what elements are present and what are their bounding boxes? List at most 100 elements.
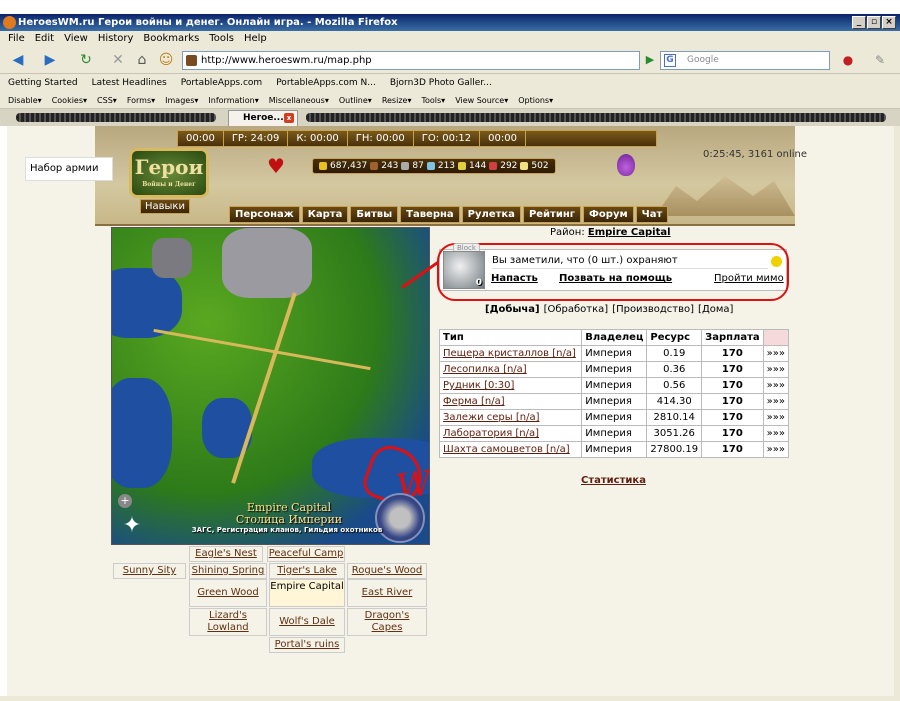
tab-close-icon[interactable]: x bbox=[284, 113, 294, 123]
bookmark-getting-started[interactable]: Getting Started bbox=[8, 74, 78, 92]
dev-css[interactable]: CSS▾ bbox=[97, 92, 117, 108]
menu-rating[interactable]: Рейтинг bbox=[522, 206, 581, 223]
timer-cell: К: 00:00 bbox=[288, 131, 348, 146]
table-row: Лаборатория [n/a] Империя 3051.26 170 »»… bbox=[438, 425, 790, 442]
menu-character[interactable]: Персонаж bbox=[229, 206, 300, 223]
facility-details-link[interactable]: »»» bbox=[762, 425, 790, 442]
dev-view-source[interactable]: View Source▾ bbox=[455, 92, 508, 108]
dev-cookies[interactable]: Cookies▾ bbox=[52, 92, 87, 108]
game-logo[interactable]: Герои Войны и Денег bbox=[129, 148, 209, 198]
menu-tavern[interactable]: Таверна bbox=[400, 206, 460, 223]
region-tigers-lake[interactable]: Tiger's Lake bbox=[269, 563, 345, 579]
menu-edit[interactable]: Edit bbox=[35, 31, 54, 47]
facility-details-link[interactable]: »»» bbox=[762, 409, 790, 426]
tab-processing[interactable]: [Обработка] bbox=[544, 304, 609, 315]
menu-battles[interactable]: Битвы bbox=[350, 206, 399, 223]
pan-arrows-icon[interactable]: ✦ bbox=[118, 512, 146, 540]
region-shining-spring[interactable]: Shining Spring bbox=[189, 563, 267, 579]
dev-tools[interactable]: Tools▾ bbox=[421, 92, 445, 108]
region-eagles-nest[interactable]: Eagle's Nest bbox=[189, 546, 263, 562]
bookmark-portableapps[interactable]: PortableApps.com bbox=[181, 74, 262, 92]
tab-heroes[interactable]: Heroe... x bbox=[228, 110, 298, 126]
tab-production[interactable]: [Производство] bbox=[612, 304, 694, 315]
attack-link[interactable]: Напасть bbox=[491, 273, 538, 284]
facility-details-link[interactable]: »»» bbox=[762, 393, 790, 410]
bookmark-bjorn3d[interactable]: Bjorn3D Photo Galler... bbox=[390, 74, 492, 92]
search-input[interactable]: G Google bbox=[660, 51, 830, 70]
facility-name[interactable]: Лесопилка [n/a] bbox=[438, 361, 583, 378]
facility-name[interactable]: Лаборатория [n/a] bbox=[438, 425, 583, 442]
dev-disable[interactable]: Disable▾ bbox=[8, 92, 42, 108]
stop-icon[interactable]: ✕ bbox=[108, 51, 128, 69]
dev-forms[interactable]: Forms▾ bbox=[127, 92, 155, 108]
facility-name[interactable]: Рудник [0:30] bbox=[438, 377, 583, 394]
region-sunny-sity[interactable]: Sunny Sity bbox=[113, 563, 186, 579]
lake bbox=[112, 378, 172, 488]
facility-resource: 414.30 bbox=[646, 393, 703, 410]
menu-roulette[interactable]: Рулетка bbox=[461, 206, 521, 223]
region-peaceful-camp[interactable]: Peaceful Camp bbox=[267, 546, 345, 562]
maximize-button[interactable]: ▫ bbox=[867, 16, 881, 29]
dev-miscellaneous[interactable]: Miscellaneous▾ bbox=[269, 92, 329, 108]
feed-icon[interactable]: ☺ bbox=[156, 51, 176, 69]
facility-name[interactable]: Шахта самоцветов [n/a] bbox=[438, 441, 583, 458]
minimize-button[interactable]: _ bbox=[852, 16, 866, 29]
facility-details-link[interactable]: »»» bbox=[762, 441, 790, 458]
back-icon[interactable]: ◀ bbox=[8, 51, 28, 69]
tab-mining[interactable]: [Добыча] bbox=[485, 304, 540, 315]
vertical-scrollbar[interactable] bbox=[894, 126, 900, 696]
menu-tools[interactable]: Tools bbox=[209, 31, 234, 47]
dev-outline[interactable]: Outline▾ bbox=[339, 92, 372, 108]
army-set-button[interactable]: Набор армии bbox=[25, 157, 113, 181]
region-dragons-capes[interactable]: Dragon's Capes bbox=[347, 608, 427, 636]
dev-resize[interactable]: Resize▾ bbox=[382, 92, 412, 108]
extension-icon[interactable]: ✎ bbox=[870, 51, 890, 69]
menu-bookmarks[interactable]: Bookmarks bbox=[143, 31, 199, 47]
compass-icon[interactable] bbox=[375, 493, 425, 543]
facility-details-link[interactable]: »»» bbox=[762, 377, 790, 394]
pass-by-link[interactable]: Пройти мимо bbox=[714, 273, 784, 284]
facility-details-link[interactable]: »»» bbox=[762, 345, 790, 362]
menu-view[interactable]: View bbox=[64, 31, 88, 47]
region-green-wood[interactable]: Green Wood bbox=[189, 579, 267, 607]
reload-icon[interactable]: ↻ bbox=[76, 51, 96, 69]
facility-name[interactable]: Пещера кристаллов [n/a] bbox=[438, 345, 583, 362]
close-button[interactable]: × bbox=[882, 16, 896, 29]
region-lizards-lowland[interactable]: Lizard's Lowland bbox=[189, 608, 267, 636]
dev-images[interactable]: Images▾ bbox=[165, 92, 198, 108]
region-portals-ruins[interactable]: Portal's ruins bbox=[269, 637, 345, 653]
table-row: Шахта самоцветов [n/a] Империя 27800.19 … bbox=[438, 441, 790, 458]
facility-name[interactable]: Залежи серы [n/a] bbox=[438, 409, 583, 426]
menu-file[interactable]: File bbox=[8, 31, 25, 47]
region-wolfs-dale[interactable]: Wolf's Dale bbox=[269, 608, 345, 636]
menu-map[interactable]: Карта bbox=[301, 206, 349, 223]
page-content: Набор армии 00:00 ГР: 24:09 К: 00:00 ГН:… bbox=[7, 126, 894, 696]
gems-icon bbox=[520, 162, 529, 170]
region-east-river[interactable]: East River bbox=[347, 579, 427, 607]
go-icon[interactable]: ▶ bbox=[640, 51, 660, 69]
tab-houses[interactable]: [Дома] bbox=[698, 304, 733, 315]
call-help-link[interactable]: Позвать на помощь bbox=[559, 273, 672, 284]
dev-options[interactable]: Options▾ bbox=[518, 92, 553, 108]
skills-button[interactable]: Навыки bbox=[140, 199, 190, 214]
menu-forum[interactable]: Форум bbox=[583, 206, 634, 223]
world-map[interactable]: WTF?! + ✦ Empire Capital Столица Империи… bbox=[111, 227, 430, 545]
bookmark-latest-headlines[interactable]: Latest Headlines bbox=[92, 74, 167, 92]
district-name[interactable]: Empire Capital bbox=[588, 227, 671, 238]
forward-icon[interactable]: ▶ bbox=[40, 51, 60, 69]
dev-information[interactable]: Information▾ bbox=[208, 92, 258, 108]
adblock-icon[interactable]: ● bbox=[838, 51, 858, 69]
home-icon[interactable]: ⌂ bbox=[132, 51, 152, 69]
facility-details-link[interactable]: »»» bbox=[762, 361, 790, 378]
statistics-link[interactable]: Статистика bbox=[581, 475, 646, 486]
navigation-toolbar: ◀ ▶ ↻ ✕ ⌂ ☺ http://www.heroeswm.ru/map.p… bbox=[0, 47, 900, 74]
resource-bar: 687,437 243 87 213 144 292 502 bbox=[312, 158, 556, 174]
address-bar[interactable]: http://www.heroeswm.ru/map.php bbox=[182, 51, 640, 70]
region-rogues-wood[interactable]: Rogue's Wood bbox=[347, 563, 427, 579]
facility-name[interactable]: Ферма [n/a] bbox=[438, 393, 583, 410]
zoom-in-icon[interactable]: + bbox=[118, 494, 132, 508]
menu-help[interactable]: Help bbox=[244, 31, 267, 47]
bookmark-portableapps-news[interactable]: PortableApps.com N... bbox=[276, 74, 376, 92]
menu-chat[interactable]: Чат bbox=[635, 206, 669, 223]
menu-history[interactable]: History bbox=[98, 31, 134, 47]
